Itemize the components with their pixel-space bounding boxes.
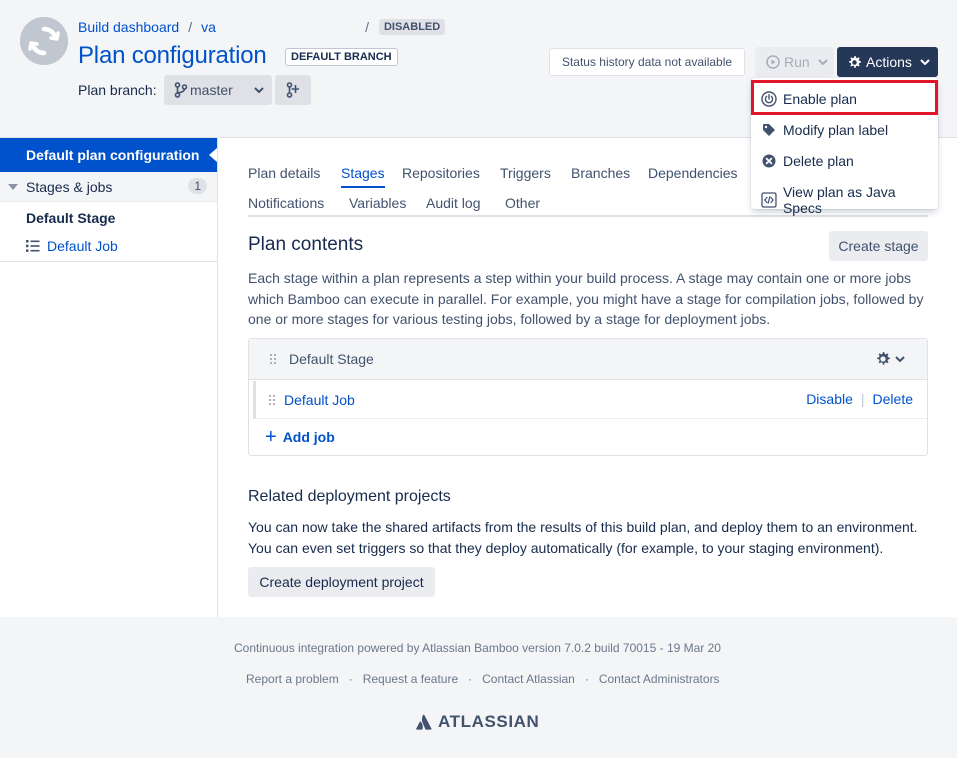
create-stage-button[interactable]: Create stage: [829, 231, 928, 261]
atlassian-logo-text: ATLASSIAN: [438, 712, 540, 731]
menu-item-view-java-specs[interactable]: View plan as Java Specs: [761, 184, 938, 216]
plan-branch-value: master: [190, 82, 233, 98]
caret-down-icon: [8, 183, 18, 190]
branch-icon: [174, 82, 188, 98]
gear-icon: [877, 352, 890, 365]
tab-notifications[interactable]: Notifications: [248, 195, 324, 211]
contact-atlassian-link[interactable]: Contact Atlassian: [482, 672, 575, 686]
create-branch-button[interactable]: [275, 75, 311, 105]
list-icon: [26, 240, 40, 252]
sidebar-job-label: Default Job: [47, 238, 118, 254]
sidebar: Default plan configuration Stages & jobs…: [0, 138, 218, 617]
stage-settings-button[interactable]: [875, 351, 905, 367]
tab-other[interactable]: Other: [505, 195, 540, 211]
tab-plan-details[interactable]: Plan details: [248, 165, 320, 181]
chevron-down-icon: [920, 59, 930, 65]
job-row: Default Job Disable | Delete: [253, 381, 927, 419]
sidebar-divider: [0, 261, 217, 262]
sidebar-group-stages-jobs[interactable]: Stages & jobs 1: [0, 172, 217, 202]
plan-branch-select[interactable]: master: [164, 75, 272, 105]
sidebar-item-default-plan-configuration[interactable]: Default plan configuration: [0, 138, 217, 172]
tab-triggers[interactable]: Triggers: [500, 165, 551, 181]
footer-separator: ·: [348, 672, 353, 686]
menu-item-label: View plan as Java Specs: [782, 184, 896, 216]
refresh-icon: [20, 17, 68, 65]
add-job-button[interactable]: + Add job: [265, 426, 335, 448]
tab-branches[interactable]: Branches: [571, 165, 630, 181]
drag-handle-icon[interactable]: [269, 353, 277, 365]
actions-button[interactable]: Actions: [837, 47, 938, 77]
sidebar-item-default-job[interactable]: Default Job: [26, 238, 118, 254]
run-button-label: Run: [784, 54, 810, 70]
job-actions: Disable | Delete: [806, 391, 913, 407]
menu-item-label: Modify plan label: [783, 122, 889, 138]
plan-status-badge: DISABLED: [378, 19, 446, 35]
stage-header[interactable]: Default Stage: [249, 339, 927, 380]
related-deployment-description: You can now take the shared artifacts fr…: [248, 519, 918, 556]
stage-panel: Default Stage Default Job Disable | Dele…: [248, 338, 928, 456]
tag-icon: [763, 124, 775, 136]
chevron-down-icon: [254, 87, 264, 93]
plan-avatar: [20, 17, 68, 65]
plan-contents-title: Plan contents: [248, 234, 364, 255]
menu-item-delete-plan[interactable]: Delete plan: [761, 153, 854, 169]
atlassian-logo[interactable]: ATLASSIAN: [416, 712, 539, 732]
report-problem-link[interactable]: Report a problem: [246, 672, 339, 686]
branch-plus-icon: [286, 82, 299, 98]
breadcrumb-project[interactable]: va: [201, 19, 369, 35]
tab-variables[interactable]: Variables: [349, 195, 406, 211]
delete-job-link[interactable]: Delete: [873, 391, 913, 407]
drag-handle-icon[interactable]: [268, 393, 276, 406]
run-button[interactable]: Run: [755, 47, 834, 77]
actions-button-label: Actions: [866, 54, 912, 70]
footer-powered-by: Continuous integration powered by Atlass…: [0, 641, 957, 655]
sidebar-item-default-stage[interactable]: Default Stage: [26, 210, 115, 226]
sidebar-group-count: 1: [188, 178, 207, 194]
atlassian-logo-icon: [416, 714, 432, 730]
request-feature-link[interactable]: Request a feature: [363, 672, 458, 686]
divider: |: [860, 391, 865, 407]
gear-icon: [849, 55, 861, 68]
tab-stages[interactable]: Stages: [341, 165, 385, 188]
footer-separator: ·: [584, 672, 589, 686]
code-icon: [761, 192, 777, 208]
play-icon: [766, 55, 780, 69]
create-deployment-project-button[interactable]: Create deployment project: [248, 567, 435, 597]
page-title: Plan configuration: [78, 42, 267, 69]
tab-dependencies[interactable]: Dependencies: [648, 165, 738, 181]
footer-version-text: Continuous integration powered by Atlass…: [234, 641, 721, 655]
chevron-down-icon: [817, 59, 828, 65]
menu-item-modify-plan-label[interactable]: Modify plan label: [761, 122, 888, 138]
breadcrumb-separator: /: [188, 19, 193, 35]
status-history-box: Status history data not available: [549, 48, 745, 76]
breadcrumb-separator: /: [365, 19, 369, 35]
add-job-label: Add job: [282, 429, 335, 445]
footer-separator: ·: [468, 672, 473, 686]
footer-links: Report a problem · Request a feature · C…: [246, 672, 720, 686]
breadcrumb: Build dashboard / va / DISABLED: [78, 19, 446, 35]
tab-repositories[interactable]: Repositories: [402, 165, 480, 181]
x-circle-icon: [762, 154, 776, 168]
sidebar-group-label: Stages & jobs: [26, 178, 113, 195]
job-link[interactable]: Default Job: [284, 392, 355, 408]
chevron-down-icon: [895, 356, 905, 362]
menu-item-label: Delete plan: [783, 153, 854, 169]
breadcrumb-build-dashboard[interactable]: Build dashboard: [78, 19, 179, 35]
plan-contents-description: Each stage within a plan represents a st…: [248, 270, 924, 327]
tab-audit-log[interactable]: Audit log: [426, 195, 480, 211]
default-branch-badge: DEFAULT BRANCH: [285, 48, 398, 66]
related-deployment-title: Related deployment projects: [248, 488, 451, 505]
plus-icon: +: [265, 426, 277, 448]
enable-plan-highlight: [751, 80, 938, 115]
stage-name: Default Stage: [289, 351, 374, 367]
contact-administrators-link[interactable]: Contact Administrators: [599, 672, 720, 686]
disable-job-link[interactable]: Disable: [806, 391, 853, 407]
plan-branch-label: Plan branch:: [78, 82, 157, 98]
